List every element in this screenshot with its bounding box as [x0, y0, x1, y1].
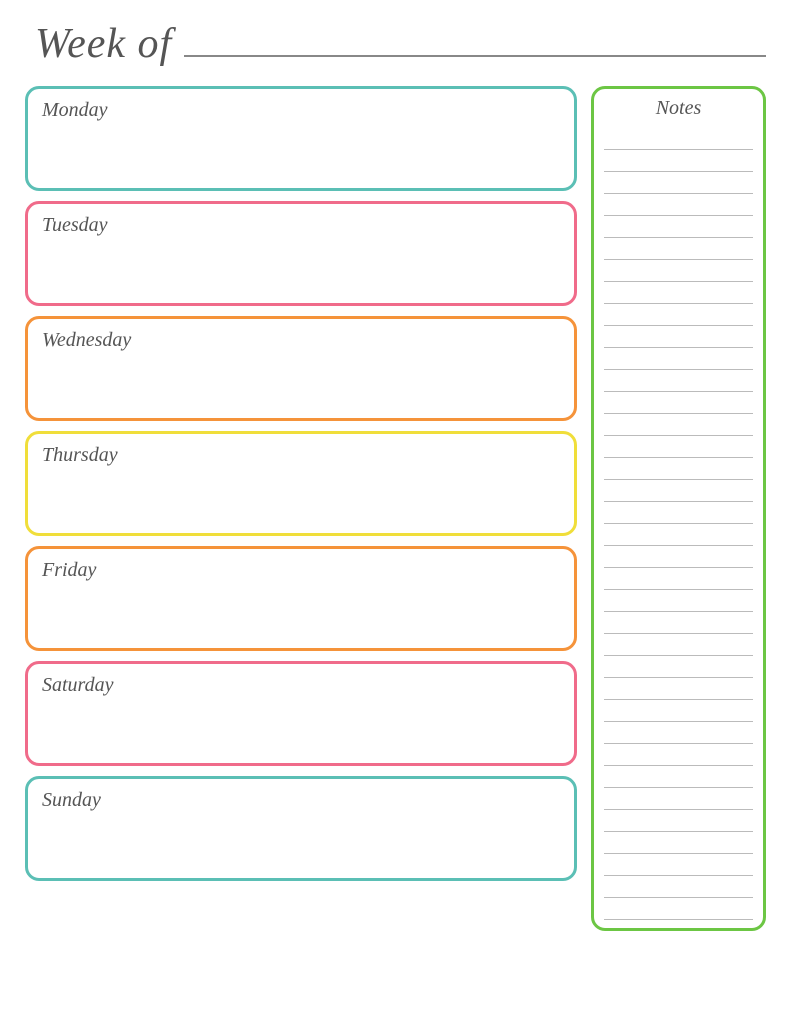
notes-line: [604, 194, 753, 216]
notes-line: [604, 524, 753, 546]
notes-line: [604, 568, 753, 590]
main-layout: Monday Tuesday Wednesday Thursday Friday Satu…: [25, 86, 766, 931]
header-underline: [184, 55, 766, 57]
notes-line: [604, 854, 753, 876]
notes-line: [604, 128, 753, 150]
notes-line: [604, 898, 753, 920]
notes-line: [604, 788, 753, 810]
notes-line: [604, 436, 753, 458]
notes-line: [604, 744, 753, 766]
notes-line: [604, 238, 753, 260]
day-label-monday: Monday: [42, 99, 560, 122]
day-box-tuesday[interactable]: Tuesday: [25, 201, 577, 306]
notes-line: [604, 458, 753, 480]
notes-line: [604, 700, 753, 722]
notes-line: [604, 370, 753, 392]
notes-line: [604, 612, 753, 634]
days-column: Monday Tuesday Wednesday Thursday Friday Satu…: [25, 86, 577, 931]
notes-line: [604, 876, 753, 898]
day-box-monday[interactable]: Monday: [25, 86, 577, 191]
notes-line: [604, 150, 753, 172]
notes-line: [604, 216, 753, 238]
day-box-saturday[interactable]: Saturday: [25, 661, 577, 766]
notes-line: [604, 766, 753, 788]
day-label-saturday: Saturday: [42, 674, 560, 697]
notes-title: Notes: [604, 97, 753, 120]
notes-line: [604, 480, 753, 502]
day-label-wednesday: Wednesday: [42, 329, 560, 352]
notes-line: [604, 722, 753, 744]
notes-lines: [604, 128, 753, 920]
page-title: Week of: [35, 20, 172, 68]
notes-line: [604, 832, 753, 854]
day-box-thursday[interactable]: Thursday: [25, 431, 577, 536]
page-header: Week of: [25, 20, 766, 68]
day-box-wednesday[interactable]: Wednesday: [25, 316, 577, 421]
day-label-tuesday: Tuesday: [42, 214, 560, 237]
day-label-sunday: Sunday: [42, 789, 560, 812]
notes-line: [604, 414, 753, 436]
notes-line: [604, 656, 753, 678]
notes-line: [604, 304, 753, 326]
notes-line: [604, 282, 753, 304]
notes-line: [604, 634, 753, 656]
day-box-sunday[interactable]: Sunday: [25, 776, 577, 881]
notes-line: [604, 348, 753, 370]
notes-line: [604, 502, 753, 524]
notes-column: Notes: [591, 86, 766, 931]
notes-line: [604, 590, 753, 612]
notes-line: [604, 546, 753, 568]
notes-line: [604, 260, 753, 282]
notes-line: [604, 810, 753, 832]
notes-line: [604, 326, 753, 348]
notes-line: [604, 678, 753, 700]
day-box-friday[interactable]: Friday: [25, 546, 577, 651]
day-label-thursday: Thursday: [42, 444, 560, 467]
notes-line: [604, 172, 753, 194]
day-label-friday: Friday: [42, 559, 560, 582]
notes-line: [604, 392, 753, 414]
